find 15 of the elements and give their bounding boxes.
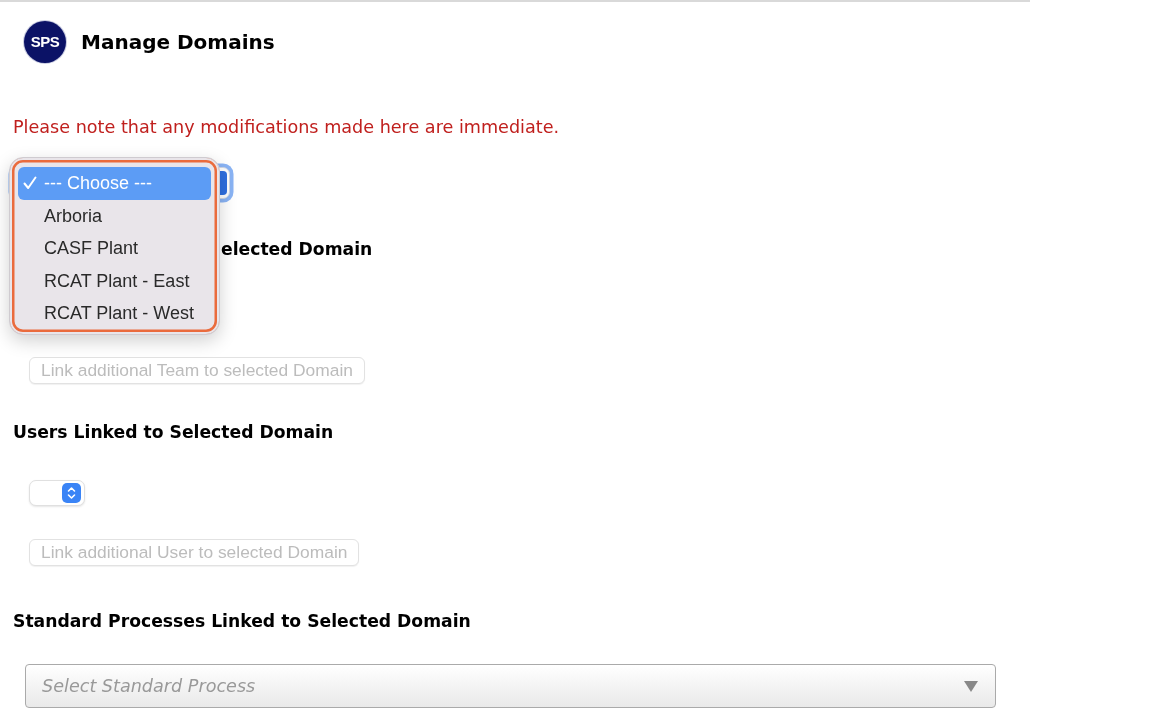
section-heading: Standard Processes Linked to Selected Domain — [13, 610, 471, 632]
logo: SPS — [24, 21, 66, 63]
section-heading: elected Domain — [221, 238, 373, 260]
warning-text: Please note that any modifications made here are immediate. — [13, 116, 560, 139]
page-title: Manage Domains — [81, 30, 275, 54]
check-icon — [23, 176, 37, 190]
stepper-icon — [62, 483, 81, 503]
select-field[interactable] — [29, 480, 85, 506]
dropdown-option[interactable]: RCAT Plant - West — [18, 297, 211, 330]
dropdown-option[interactable]: CASF Plant — [18, 232, 211, 265]
dropdown-option[interactable]: Arboria — [18, 199, 211, 232]
dropdown-option[interactable]: RCAT Plant - East — [18, 264, 211, 297]
section-heading: Users Linked to Selected Domain — [13, 421, 334, 443]
placeholder-text: Select Standard Process — [42, 675, 256, 698]
caret-icon — [964, 681, 978, 692]
